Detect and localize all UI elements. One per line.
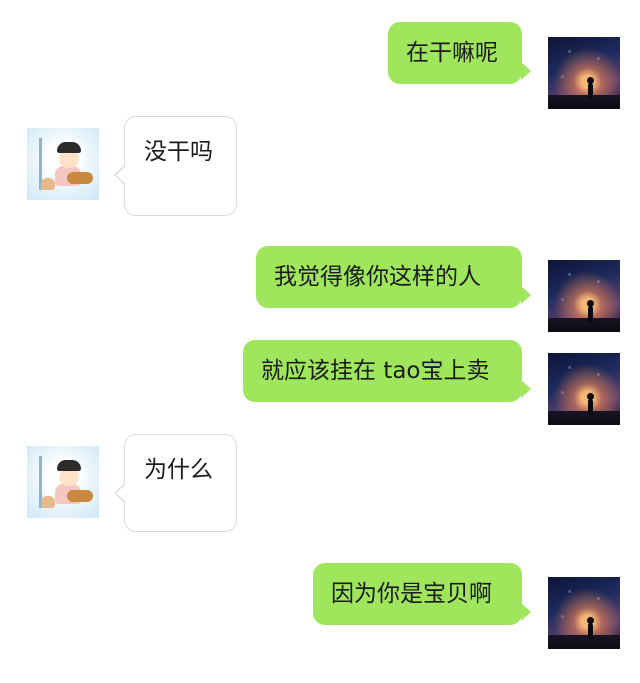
- avatar-hat: [57, 460, 81, 471]
- message-bubble-incoming[interactable]: 没干吗: [114, 116, 237, 216]
- user-avatar[interactable]: [548, 353, 620, 425]
- message-text: 就应该挂在 tao宝上卖: [261, 357, 490, 384]
- avatar-dog-icon: [41, 178, 55, 190]
- message-bubble-outgoing[interactable]: 我觉得像你这样的人: [256, 246, 531, 308]
- message-text: 我觉得像你这样的人: [274, 263, 481, 290]
- avatar-ground: [548, 635, 620, 649]
- message-text: 没干吗: [144, 139, 213, 165]
- avatar-ground: [548, 411, 620, 425]
- message-bubble-incoming[interactable]: 为什么: [114, 434, 237, 532]
- contact-avatar[interactable]: [27, 446, 99, 518]
- user-avatar[interactable]: [548, 260, 620, 332]
- message-bubble-outgoing[interactable]: 因为你是宝贝啊: [313, 563, 531, 625]
- avatar-ground: [548, 95, 620, 109]
- avatar-dog-icon: [41, 496, 55, 508]
- chat-conversation: 在干嘛呢 没干吗 我觉得像你这样的人 就应该挂在 tao宝上卖 为什么 因为你是…: [0, 0, 640, 683]
- avatar-ground: [548, 318, 620, 332]
- message-bubble-outgoing[interactable]: 就应该挂在 tao宝上卖: [243, 340, 531, 402]
- contact-avatar[interactable]: [27, 128, 99, 200]
- message-text: 因为你是宝贝啊: [331, 580, 492, 607]
- avatar-guitar-icon: [67, 490, 93, 502]
- message-bubble-outgoing[interactable]: 在干嘛呢: [388, 22, 531, 84]
- user-avatar[interactable]: [548, 577, 620, 649]
- avatar-silhouette-icon: [587, 300, 594, 322]
- avatar-guitar-icon: [67, 172, 93, 184]
- message-text: 在干嘛呢: [406, 39, 498, 66]
- avatar-silhouette-icon: [587, 393, 594, 415]
- avatar-hat: [57, 142, 81, 153]
- message-text: 为什么: [144, 457, 213, 483]
- user-avatar[interactable]: [548, 37, 620, 109]
- avatar-silhouette-icon: [587, 617, 594, 639]
- avatar-silhouette-icon: [587, 77, 594, 99]
